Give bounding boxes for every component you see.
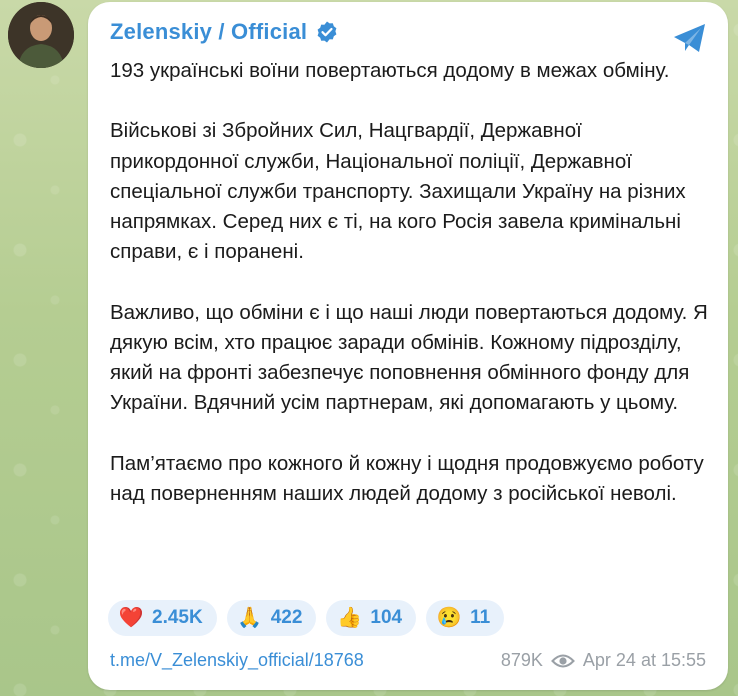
avatar[interactable] — [8, 2, 74, 68]
reactions-bar: ❤️ 2.45K 🙏 422 👍 104 😢 11 — [108, 600, 505, 636]
message-paragraph: 193 українські воїни повертаються додому… — [110, 59, 670, 82]
reaction-count: 104 — [370, 607, 403, 628]
post-link[interactable]: t.me/V_Zelenskiy_official/18768 — [110, 650, 364, 671]
reaction-count: 11 — [470, 607, 491, 628]
message-text: 193 українські воїни повертаються додому… — [110, 56, 710, 509]
reaction-heart[interactable]: ❤️ 2.45K — [108, 600, 217, 636]
thumbs-up-icon: 👍 — [336, 607, 362, 629]
channel-name[interactable]: Zelenskiy / Official — [110, 19, 307, 45]
reaction-folded-hands[interactable]: 🙏 422 — [226, 600, 317, 636]
message-paragraph: Важливо, що обміни є і що наші люди пове… — [110, 300, 708, 415]
timestamp: Apr 24 at 15:55 — [582, 650, 706, 670]
message-meta: 879K Apr 24 at 15:55 — [501, 650, 706, 671]
folded-hands-icon: 🙏 — [237, 607, 263, 629]
crying-face-icon: 😢 — [436, 607, 462, 629]
eye-icon — [551, 652, 575, 670]
message-paragraph: Військові зі Збройних Сил, Нацгвардії, Д… — [110, 119, 686, 264]
message-header: Zelenskiy / Official — [110, 19, 339, 45]
reaction-count: 2.45K — [152, 607, 203, 628]
heart-icon: ❤️ — [118, 607, 144, 629]
message-bubble: Zelenskiy / Official 193 українські воїн… — [88, 2, 728, 690]
reaction-thumbs-up[interactable]: 👍 104 — [326, 600, 417, 636]
view-count: 879K — [500, 650, 543, 670]
verified-badge-icon — [315, 20, 339, 44]
message-paragraph: Пам’ятаємо про кожного й кожну і щодня п… — [110, 451, 704, 505]
share-icon[interactable] — [670, 18, 710, 58]
reaction-count: 422 — [270, 607, 303, 628]
message-footer: t.me/V_Zelenskiy_official/18768 879K Apr… — [110, 650, 706, 671]
reaction-crying-face[interactable]: 😢 11 — [426, 600, 505, 636]
